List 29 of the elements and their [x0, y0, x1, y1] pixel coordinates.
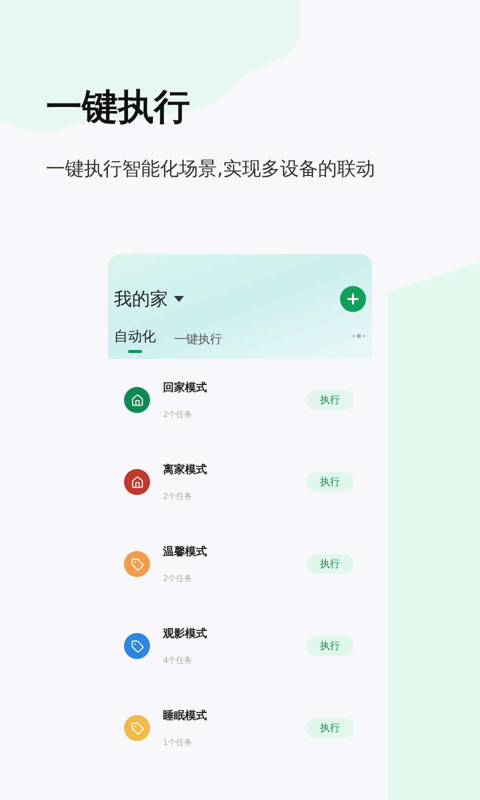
execute-button[interactable]: 执行 [306, 390, 354, 410]
execute-button[interactable]: 执行 [306, 718, 354, 738]
tag-icon [130, 640, 144, 652]
scene-name: 观影模式 [163, 626, 207, 641]
task-count: 2个任务 [163, 409, 194, 420]
plus-icon [345, 291, 361, 307]
tab[interactable]: 一键执行 [174, 331, 222, 348]
execute-button[interactable]: 执行 [306, 554, 354, 574]
execute-button[interactable]: 执行 [306, 472, 354, 492]
tag-icon [130, 558, 144, 570]
task-count: 4个任务 [163, 655, 194, 666]
more-icon[interactable] [352, 334, 366, 338]
task-count: 1个任务 [163, 737, 194, 748]
subtitle: 一键执行智能化场景,实现多设备的联动 [46, 157, 376, 182]
execute-button[interactable]: 执行 [306, 636, 354, 656]
add-button[interactable] [340, 286, 366, 312]
task-count: 2个任务 [163, 573, 194, 584]
headline: 一键执行 [46, 86, 191, 130]
caret-icon[interactable] [174, 296, 184, 302]
home-title[interactable]: 我的家 [114, 287, 168, 311]
house-icon [130, 394, 144, 406]
scene-name: 睡眠模式 [163, 708, 207, 723]
scene-name: 离家模式 [163, 462, 207, 477]
tab[interactable]: 自动化 [114, 328, 156, 353]
house-icon [130, 476, 144, 488]
scene-name: 回家模式 [163, 380, 207, 395]
task-count: 2个任务 [163, 491, 194, 502]
tag-icon [130, 722, 144, 734]
scene-name: 温馨模式 [163, 544, 207, 559]
